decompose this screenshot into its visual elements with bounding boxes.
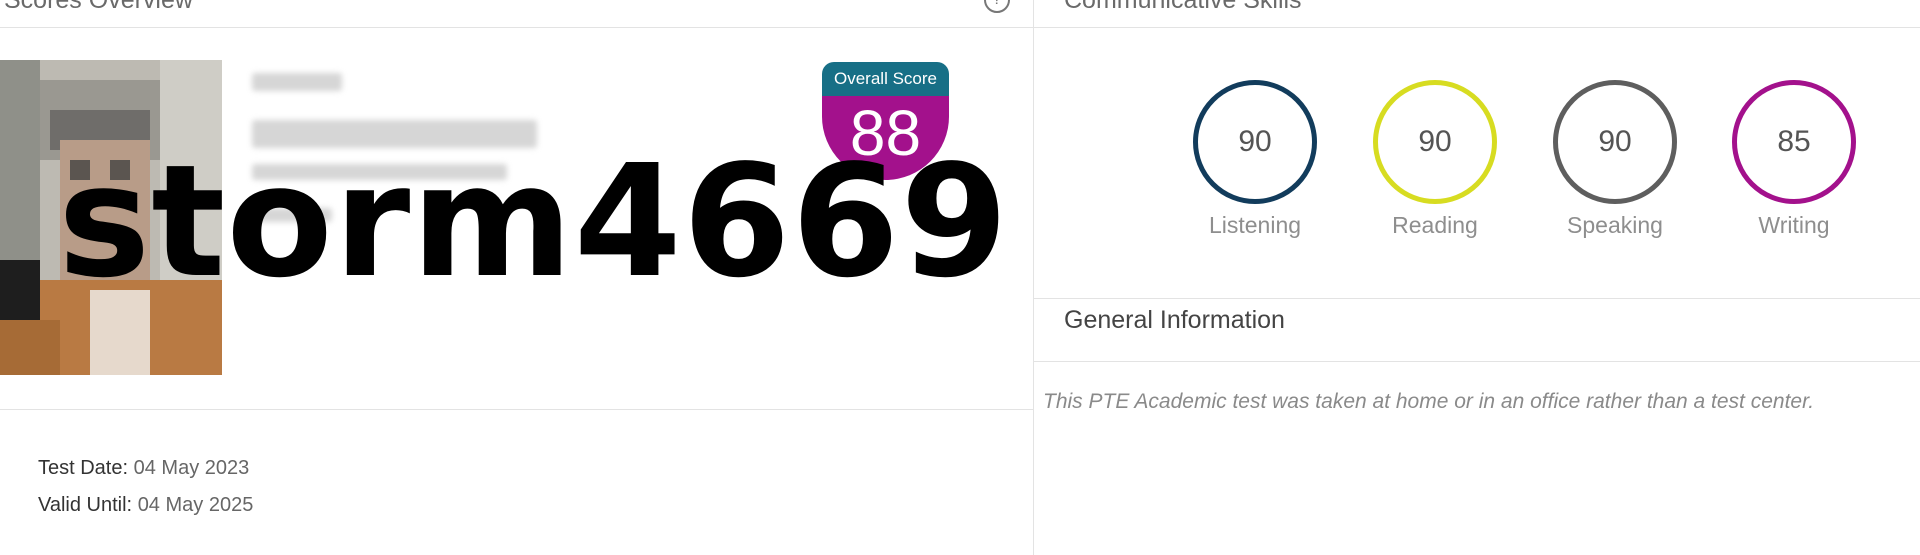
communicative-skills-title: Communicative Skills (1064, 0, 1302, 14)
skill-label: Writing (1758, 212, 1830, 238)
skill-reading: 90 Reading (1373, 80, 1497, 239)
valid-until-label: Valid Until: (38, 494, 133, 516)
skills-divider (1034, 298, 1920, 299)
scores-overview-title: Scores Overview (4, 0, 193, 14)
header-divider-right (1034, 27, 1920, 28)
test-date-label: Test Date: (38, 457, 129, 479)
skill-listening: 90 Listening (1193, 80, 1317, 239)
skill-label: Listening (1208, 212, 1302, 238)
skill-score-ring: 90 (1373, 80, 1497, 204)
overall-score-label: Overall Score (822, 62, 949, 96)
username-watermark: storm4669 (58, 131, 1010, 312)
skill-label: Speaking (1567, 212, 1663, 238)
header-divider-left (0, 27, 1033, 28)
skill-score-ring: 90 (1553, 80, 1677, 204)
general-information-note: This PTE Academic test was taken at home… (1043, 390, 1815, 413)
profile-divider (0, 409, 1033, 410)
redacted-name (252, 73, 342, 91)
test-dates: Test Date: 04 May 2023 Valid Until: 04 M… (38, 450, 253, 524)
skill-score-ring: 90 (1193, 80, 1317, 204)
panel-divider (1033, 0, 1034, 555)
test-date-value: 04 May 2023 (133, 457, 250, 479)
general-information-title: General Information (1064, 306, 1285, 334)
skill-label: Reading (1392, 212, 1478, 238)
valid-until-value: 04 May 2025 (137, 494, 254, 516)
valid-until-row: Valid Until: 04 May 2025 (38, 487, 253, 524)
question-circle-icon[interactable]: ? (984, 0, 1010, 13)
skill-speaking: 90 Speaking (1553, 80, 1677, 239)
info-divider (1034, 361, 1920, 362)
skill-writing: 85 Writing (1732, 80, 1856, 239)
skill-score-ring: 85 (1732, 80, 1856, 204)
test-date-row: Test Date: 04 May 2023 (38, 450, 253, 487)
